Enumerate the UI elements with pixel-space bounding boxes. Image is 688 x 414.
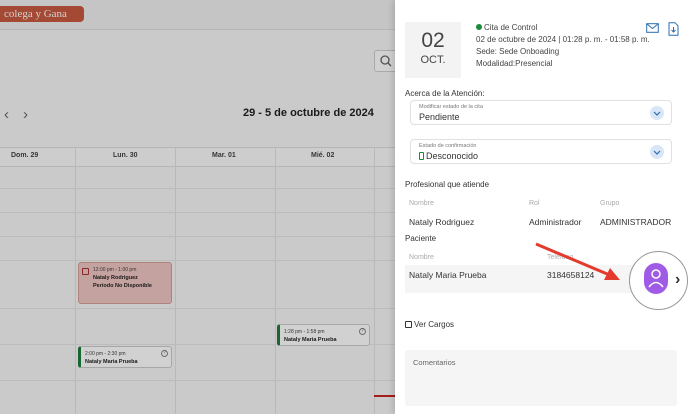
professional-section-title: Profesional que atiende bbox=[405, 180, 490, 189]
appointment-title: Cita de Control bbox=[484, 23, 538, 32]
appointment-date-box: 02 OCT. bbox=[405, 22, 461, 78]
confirmation-select-value: Desconocido bbox=[419, 151, 478, 161]
edit-icon bbox=[405, 321, 412, 328]
appointment-detail-panel: 02 OCT. Cita de Control 02 de octubre de… bbox=[395, 0, 688, 414]
modal-backdrop[interactable] bbox=[0, 0, 400, 414]
status-dot bbox=[476, 24, 482, 30]
appointment-datetime: 02 de octubre de 2024 | 01:28 p. m. - 01… bbox=[476, 35, 650, 44]
mail-icon[interactable] bbox=[646, 22, 659, 34]
appointment-mode: Modalidad:Presencial bbox=[476, 59, 553, 68]
document-download-icon[interactable] bbox=[668, 22, 679, 36]
professional-role: Administrador bbox=[529, 217, 582, 227]
status-select-label: Modificar estado de la cita bbox=[419, 104, 483, 110]
professional-name: Nataly Rodriguez bbox=[409, 217, 475, 227]
phone-icon bbox=[419, 152, 424, 160]
appointment-day: 02 bbox=[421, 29, 445, 52]
column-header-name: Nombre bbox=[409, 200, 434, 207]
column-header-role: Rol bbox=[529, 200, 540, 207]
appointment-site: Sede: Sede Onboading bbox=[476, 47, 560, 56]
comments-textarea[interactable]: Comentarios bbox=[405, 350, 677, 406]
avatar-icon bbox=[648, 269, 664, 288]
professional-group: ADMINISTRADOR bbox=[600, 217, 672, 227]
about-section-title: Acerca de la Atención: bbox=[405, 89, 485, 98]
appointment-month: OCT. bbox=[420, 54, 446, 66]
view-charges-link[interactable]: Ver Cargos bbox=[405, 320, 454, 329]
chevron-down-icon bbox=[650, 106, 664, 120]
status-select[interactable]: Modificar estado de la cita Pendiente bbox=[410, 100, 672, 125]
confirmation-select-label: Estado de confirmación bbox=[419, 143, 477, 149]
appointment-info: Cita de Control 02 de octubre de 2024 | … bbox=[476, 22, 650, 70]
chevron-right-icon[interactable]: › bbox=[675, 271, 680, 289]
annotation-arrow bbox=[535, 242, 620, 280]
comments-placeholder: Comentarios bbox=[413, 358, 456, 367]
chevron-down-icon bbox=[650, 145, 664, 159]
column-header-name: Nombre bbox=[409, 254, 434, 261]
column-header-group: Grupo bbox=[600, 200, 620, 207]
confirmation-select[interactable]: Estado de confirmación Desconocido bbox=[410, 139, 672, 164]
avatar-button[interactable] bbox=[644, 263, 668, 294]
patient-section-title: Paciente bbox=[405, 234, 437, 243]
status-select-value: Pendiente bbox=[419, 112, 460, 122]
patient-name: Nataly Maria Prueba bbox=[409, 270, 487, 280]
